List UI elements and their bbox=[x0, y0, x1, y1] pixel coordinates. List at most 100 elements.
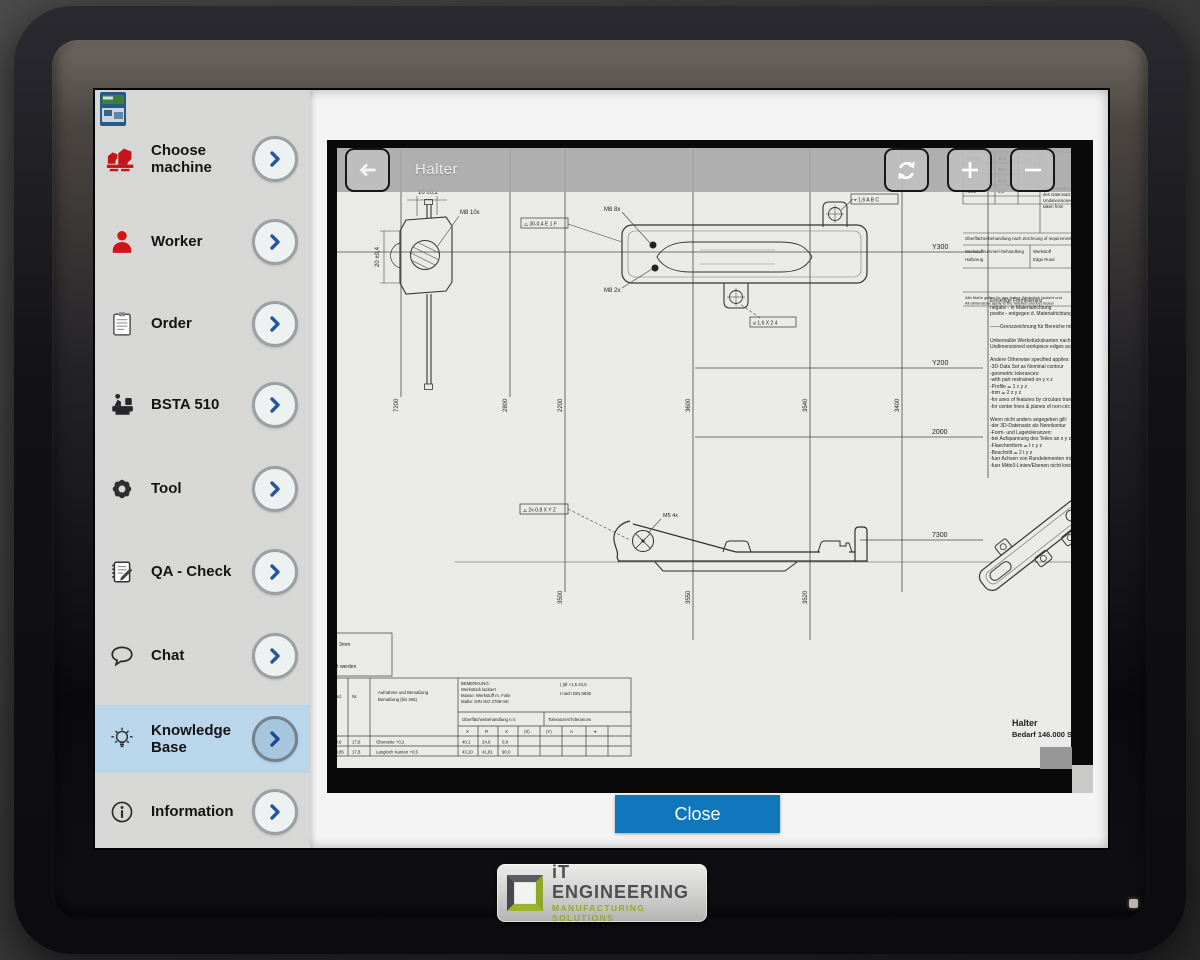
sidebar-item-choose-machine[interactable]: Choose machine bbox=[95, 126, 310, 192]
grid-label: 3540 bbox=[803, 398, 809, 412]
table-cell: 43,10 bbox=[462, 750, 473, 755]
chevron-right-icon bbox=[263, 393, 287, 417]
grid-label: 3500 bbox=[558, 590, 564, 604]
note-line: -fuer Mitte3-Linien/Ebenen nicht kreisf bbox=[990, 463, 1071, 470]
note-line: -trim ⌓ 2 z y z bbox=[990, 390, 1071, 397]
sidebar-item-label: Chat bbox=[151, 647, 247, 664]
open-knowledge-base-button[interactable] bbox=[252, 716, 298, 762]
note-line bbox=[990, 410, 1071, 417]
scrollbar-corner[interactable] bbox=[1072, 765, 1093, 793]
open-chat-button[interactable] bbox=[252, 633, 298, 679]
open-order-button[interactable] bbox=[252, 301, 298, 347]
sidebar-item-label: Tool bbox=[151, 480, 247, 497]
table-cell: BEMERKUNG: bbox=[461, 681, 490, 686]
drawing-notes: Einseitige Formtoleranz negativ - in Mat… bbox=[990, 298, 1071, 469]
tolerance-frame: ⌖ 1,6 A B C bbox=[854, 198, 879, 204]
notebook-pencil-icon bbox=[106, 556, 138, 588]
grid-label: 3600 bbox=[686, 398, 692, 412]
part-demand: Bedarf 146.000 St bbox=[1012, 730, 1071, 739]
note-line: -Profile ⌓ 1 c y z bbox=[990, 384, 1071, 391]
note: · 3mm bbox=[337, 642, 350, 648]
sidebar-item-qa-check[interactable]: QA - Check bbox=[95, 539, 310, 605]
table-cell: Werkstoffnummer/-behandlung bbox=[965, 249, 1024, 254]
note-line: -der 3D-Datensatz als Nennkontur bbox=[990, 423, 1071, 430]
note-line: -3D-Data Set as Nominal contour bbox=[990, 364, 1071, 371]
note-line: Undimensioned workpiece edges acc. to DI… bbox=[990, 344, 1071, 351]
close-button[interactable]: Close bbox=[615, 795, 780, 833]
refresh-icon bbox=[894, 158, 919, 183]
table-cell: 24,6 bbox=[482, 740, 491, 745]
sidebar-item-tool[interactable]: Tool bbox=[95, 456, 310, 522]
sidebar-item-chat[interactable]: Chat bbox=[95, 623, 310, 689]
zoom-out-button[interactable] bbox=[1010, 148, 1055, 192]
note-line: -bei Aufspannung des Teiles an x y z bbox=[990, 436, 1071, 443]
sidebar-item-order[interactable]: Order bbox=[95, 291, 310, 357]
minus-icon bbox=[1021, 158, 1045, 182]
open-bsta-510-button[interactable] bbox=[252, 382, 298, 428]
open-worker-button[interactable] bbox=[252, 219, 298, 265]
grid-label: 2200 bbox=[558, 398, 564, 412]
thread-label: M8 2x bbox=[604, 288, 620, 294]
sidebar-item-knowledge-base[interactable]: Knowledge Base bbox=[95, 705, 310, 773]
grid-label: Y300 bbox=[932, 244, 948, 251]
open-information-button[interactable] bbox=[252, 789, 298, 835]
note-line: positiv - entgegen d. Materialrichtung bbox=[990, 311, 1071, 318]
brand-subtitle: MANUFACTURING SOLUTIONS bbox=[552, 904, 697, 923]
sidebar-item-bsta-510[interactable]: BSTA 510 bbox=[95, 372, 310, 438]
table-cell: ( )Ø +1,5 24,5 bbox=[560, 682, 587, 687]
info-icon bbox=[106, 796, 138, 828]
sidebar-item-information[interactable]: Information bbox=[95, 779, 310, 845]
table-cell: Oberflächenbehandlung nach Zeichnung of … bbox=[965, 236, 1071, 241]
thread-label: M5 4x bbox=[663, 513, 678, 519]
open-qa-check-button[interactable] bbox=[252, 549, 298, 595]
chevron-right-icon bbox=[263, 147, 287, 171]
document-viewer: 7200 2800 2200 3600 3540 3400 3500 3550 … bbox=[327, 140, 1093, 793]
table-cell: t nach DIN 6930 bbox=[560, 691, 592, 696]
main-area: 7200 2800 2200 3600 3540 3400 3500 3550 … bbox=[310, 90, 1108, 848]
table-cell: 41,81 bbox=[482, 750, 493, 755]
technical-drawing: 7200 2800 2200 3600 3540 3400 3500 3550 … bbox=[337, 148, 1071, 768]
sidebar-item-label: Worker bbox=[151, 233, 247, 250]
scrollbar-corner[interactable] bbox=[1040, 747, 1072, 769]
open-choose-machine-button[interactable] bbox=[252, 136, 298, 182]
table-cell: 17,8 bbox=[352, 750, 361, 755]
table-cell: 17,8 bbox=[352, 740, 361, 745]
back-button[interactable] bbox=[345, 148, 390, 192]
back-arrow-icon bbox=[355, 158, 381, 182]
tolerance-frame: ⌓ 2x-0,8 X Y Z bbox=[523, 508, 556, 514]
sidebar-item-label: Order bbox=[151, 315, 247, 332]
table-cell: Änd. bbox=[337, 694, 342, 699]
grid-label: 7300 bbox=[932, 532, 948, 539]
tolerance-frame: ⌀ 1,6 X 2 4 bbox=[753, 321, 778, 327]
refresh-button[interactable] bbox=[884, 148, 929, 192]
thread-label: M8 8x bbox=[604, 207, 620, 213]
table-cell: Langloch Kanten +0,5 bbox=[376, 750, 419, 755]
open-tool-button[interactable] bbox=[252, 466, 298, 512]
note-line: Wenn nicht anders angegeben gilt: bbox=[990, 417, 1071, 424]
gear-icon bbox=[106, 473, 138, 505]
app-logo-icon bbox=[100, 92, 126, 126]
note-line: -fuer Achsen von Rundelementen mit Ø bbox=[990, 456, 1071, 463]
zoom-in-button[interactable] bbox=[947, 148, 992, 192]
grid-label: Y200 bbox=[932, 360, 948, 367]
table-cell: den Datensatz bbox=[1043, 192, 1071, 197]
part-name: Halter bbox=[1012, 718, 1038, 728]
chat-bubble-icon bbox=[106, 640, 138, 672]
note-line bbox=[990, 318, 1071, 325]
note-line: ——Grenzzeichnung für Bereiche mit Form— bbox=[990, 324, 1071, 331]
table-cell: 40,6 bbox=[337, 740, 342, 745]
brand-title: iT ENGINEERING bbox=[552, 863, 697, 903]
note-line: Andere Otherwise specified applies: bbox=[990, 357, 1071, 364]
table-cell: Edge Rund bbox=[1033, 257, 1055, 262]
press-machine-icon bbox=[106, 389, 138, 421]
note-line: negativ - in Materialrichtung bbox=[990, 305, 1071, 312]
note-line: -for center lines & planes of non-circ bbox=[990, 404, 1071, 411]
sidebar-item-label: Choose machine bbox=[151, 142, 247, 177]
table-cell: Maße: DIN ISO 2768-mK bbox=[461, 699, 509, 704]
power-led bbox=[1129, 899, 1138, 908]
sidebar-item-label: BSTA 510 bbox=[151, 396, 247, 413]
note-line bbox=[990, 331, 1071, 338]
chevron-right-icon bbox=[263, 727, 287, 751]
sidebar-item-worker[interactable]: Worker bbox=[95, 209, 310, 275]
note-line: Einseitige Formtoleranz bbox=[990, 298, 1071, 305]
